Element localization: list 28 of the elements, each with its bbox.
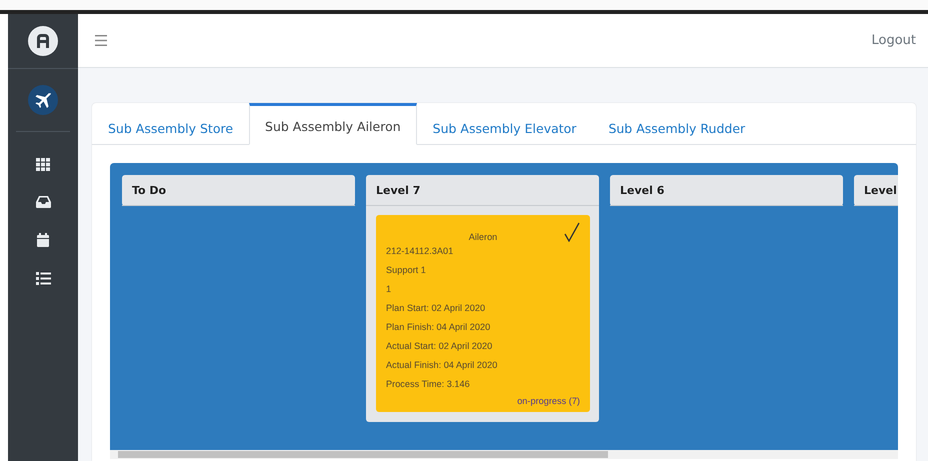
task-card[interactable]: Aileron 212-14112.3A01 Support 1 1 Plan Start: 02 April 2020 Plan Finish: 04 April 2020 Actual Start: 02 April 2020 Actual Finish: 04 April 2020 Process Time: 3.146 on-progress (7) [376, 215, 590, 412]
column-title: Level [864, 184, 897, 196]
tab[interactable]: Sub Assembly Elevator [416, 103, 592, 145]
task-detail: 212-14112.3A01 [386, 245, 454, 258]
calendar-icon[interactable] [37, 233, 49, 247]
task-detail: Actual Finish: 04 April 2020 [386, 359, 498, 372]
logout-link[interactable]: Logout [871, 33, 916, 48]
logo-icon [27, 25, 59, 57]
tab[interactable]: Sub Assembly Store [92, 103, 250, 145]
menu-icon[interactable] [95, 35, 107, 46]
task-detail: Plan Start: 02 April 2020 [386, 302, 486, 315]
grid-icon[interactable] [36, 158, 50, 171]
task-status: on-progress (7) [517, 396, 580, 406]
task-detail: Plan Finish: 04 April 2020 [386, 321, 492, 334]
task-title: Aileron [468, 232, 498, 242]
inbox-icon[interactable] [36, 196, 50, 208]
tab[interactable]: Sub Assembly Aileron [249, 103, 417, 145]
task-detail: 1 [386, 283, 392, 296]
task-detail: Process Time: 3.146 [386, 378, 471, 391]
tab[interactable]: Sub Assembly Rudder [592, 103, 762, 145]
task-detail: Support 1 [386, 264, 427, 277]
task-detail: Actual Start: 02 April 2020 [386, 340, 494, 353]
column-title: To Do [132, 184, 166, 196]
airplane-icon[interactable] [27, 84, 59, 116]
column-title: Level 6 [620, 184, 664, 196]
column-title: Level 7 [376, 184, 420, 196]
list-icon[interactable] [36, 272, 50, 285]
horizontal-scrollbar[interactable] [110, 450, 898, 459]
